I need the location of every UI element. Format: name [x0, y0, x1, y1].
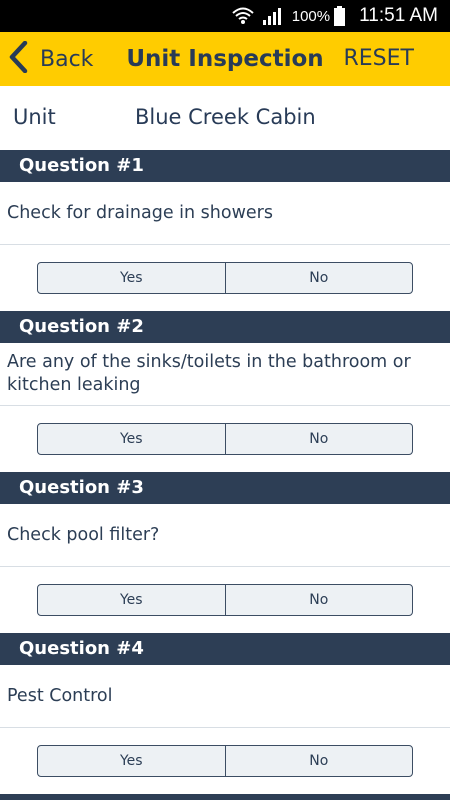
battery-icon	[334, 6, 346, 26]
battery-percentage: 100%	[291, 7, 331, 25]
question-text-4: Pest Control	[0, 665, 450, 728]
no-button[interactable]: No	[224, 424, 413, 454]
question-text: Pest Control	[7, 685, 113, 706]
wifi-icon	[232, 6, 254, 26]
next-question-header-edge	[0, 794, 450, 800]
back-label: Back	[40, 46, 94, 72]
question-text-2: Are any of the sinks/toilets in the bath…	[0, 343, 450, 406]
no-button[interactable]: No	[224, 263, 413, 293]
no-button[interactable]: No	[224, 585, 413, 615]
question-text: Check for drainage in showers	[7, 202, 273, 223]
reset-button[interactable]: RESET	[344, 32, 415, 86]
yes-no-toggle-3: Yes No	[37, 584, 413, 616]
no-button[interactable]: No	[224, 746, 413, 776]
status-bar: 100% 11:51 AM	[0, 0, 450, 32]
unit-label: Unit	[13, 105, 56, 129]
question-text-3: Check pool filter?	[0, 504, 450, 567]
unit-row: Unit Blue Creek Cabin	[0, 86, 450, 148]
question-header-2: Question #2	[0, 311, 450, 343]
app-bar: Back Unit Inspection RESET	[0, 32, 450, 86]
question-header-1: Question #1	[0, 150, 450, 182]
question-text: Check pool filter?	[7, 524, 160, 545]
question-header-4: Question #4	[0, 633, 450, 665]
yes-no-toggle-4: Yes No	[37, 745, 413, 777]
unit-value: Blue Creek Cabin	[135, 105, 316, 129]
yes-no-toggle-1: Yes No	[37, 262, 413, 294]
question-text: Are any of the sinks/toilets in the bath…	[7, 352, 411, 395]
chevron-left-icon	[8, 40, 28, 77]
signal-icon	[262, 6, 284, 26]
yes-button[interactable]: Yes	[38, 424, 225, 454]
yes-button[interactable]: Yes	[38, 746, 225, 776]
yes-button[interactable]: Yes	[38, 263, 225, 293]
question-header-3: Question #3	[0, 472, 450, 504]
question-text-1: Check for drainage in showers	[0, 182, 450, 245]
status-time: 11:51 AM	[359, 5, 438, 26]
yes-no-toggle-2: Yes No	[37, 423, 413, 455]
yes-button[interactable]: Yes	[38, 585, 225, 615]
back-button[interactable]: Back	[8, 32, 93, 86]
